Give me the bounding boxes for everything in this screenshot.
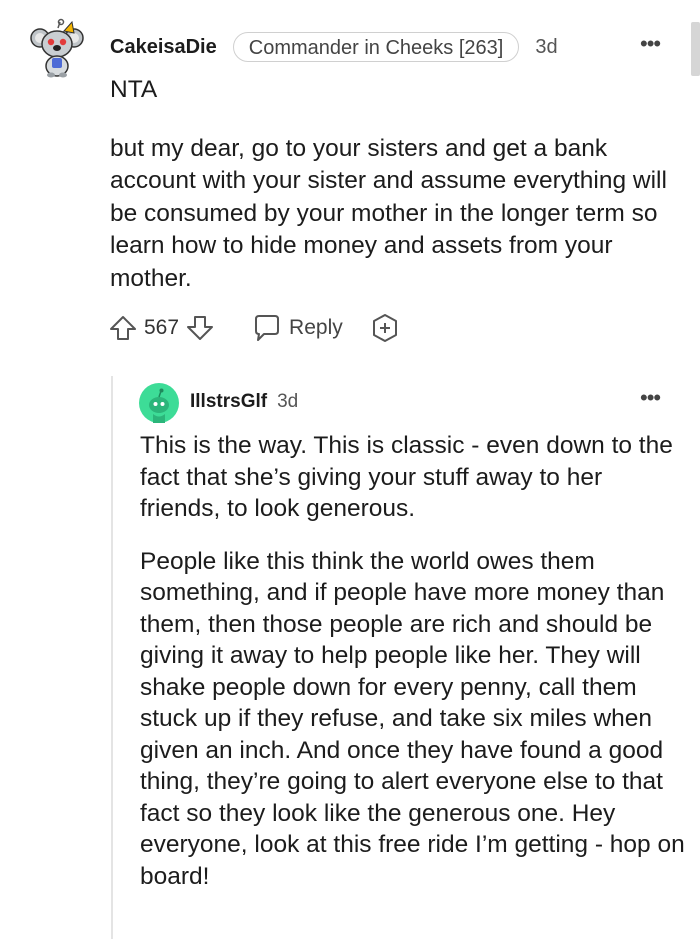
- speech-bubble-icon: [251, 313, 281, 343]
- user-flair: Commander in Cheeks [263]: [232, 32, 520, 62]
- reply-body: This is the way. This is classic - even …: [140, 430, 685, 913]
- thread-line[interactable]: [111, 376, 113, 939]
- reply-header: IllstrsGlf 3d: [190, 389, 298, 415]
- reply-timestamp: 3d: [277, 391, 299, 412]
- comment-username[interactable]: CakeisaDie: [110, 36, 217, 59]
- comment-paragraph: NTA: [110, 76, 158, 103]
- scrollbar[interactable]: [691, 22, 700, 76]
- comment-body: NTA but my dear, go to your sisters and …: [110, 74, 680, 321]
- comment-paragraph: but my dear, go to your sisters and get …: [110, 134, 667, 292]
- reply-username[interactable]: IllstrsGlf: [190, 391, 267, 413]
- award-button[interactable]: [369, 312, 401, 344]
- upvote-icon[interactable]: [108, 313, 138, 343]
- vote-count: 567: [144, 316, 180, 339]
- comment-header: CakeisaDie Commander in Cheeks [263] 3d: [110, 32, 558, 62]
- comment-action-bar: 567 Reply: [108, 310, 401, 346]
- reply-paragraph: This is the way. This is classic - even …: [140, 432, 673, 522]
- comment-timestamp: 3d: [535, 35, 558, 58]
- reply-button[interactable]: Reply: [251, 313, 343, 343]
- koala-avatar-icon[interactable]: [28, 18, 88, 78]
- downvote-icon[interactable]: [185, 313, 215, 343]
- more-options-icon[interactable]: •••: [640, 387, 661, 409]
- reply-paragraph: People like this think the world owes th…: [140, 547, 685, 890]
- more-options-icon[interactable]: •••: [640, 33, 661, 55]
- reply-label: Reply: [289, 316, 343, 339]
- green-snoo-avatar-icon[interactable]: [139, 383, 179, 423]
- plus-award-icon: [372, 314, 397, 342]
